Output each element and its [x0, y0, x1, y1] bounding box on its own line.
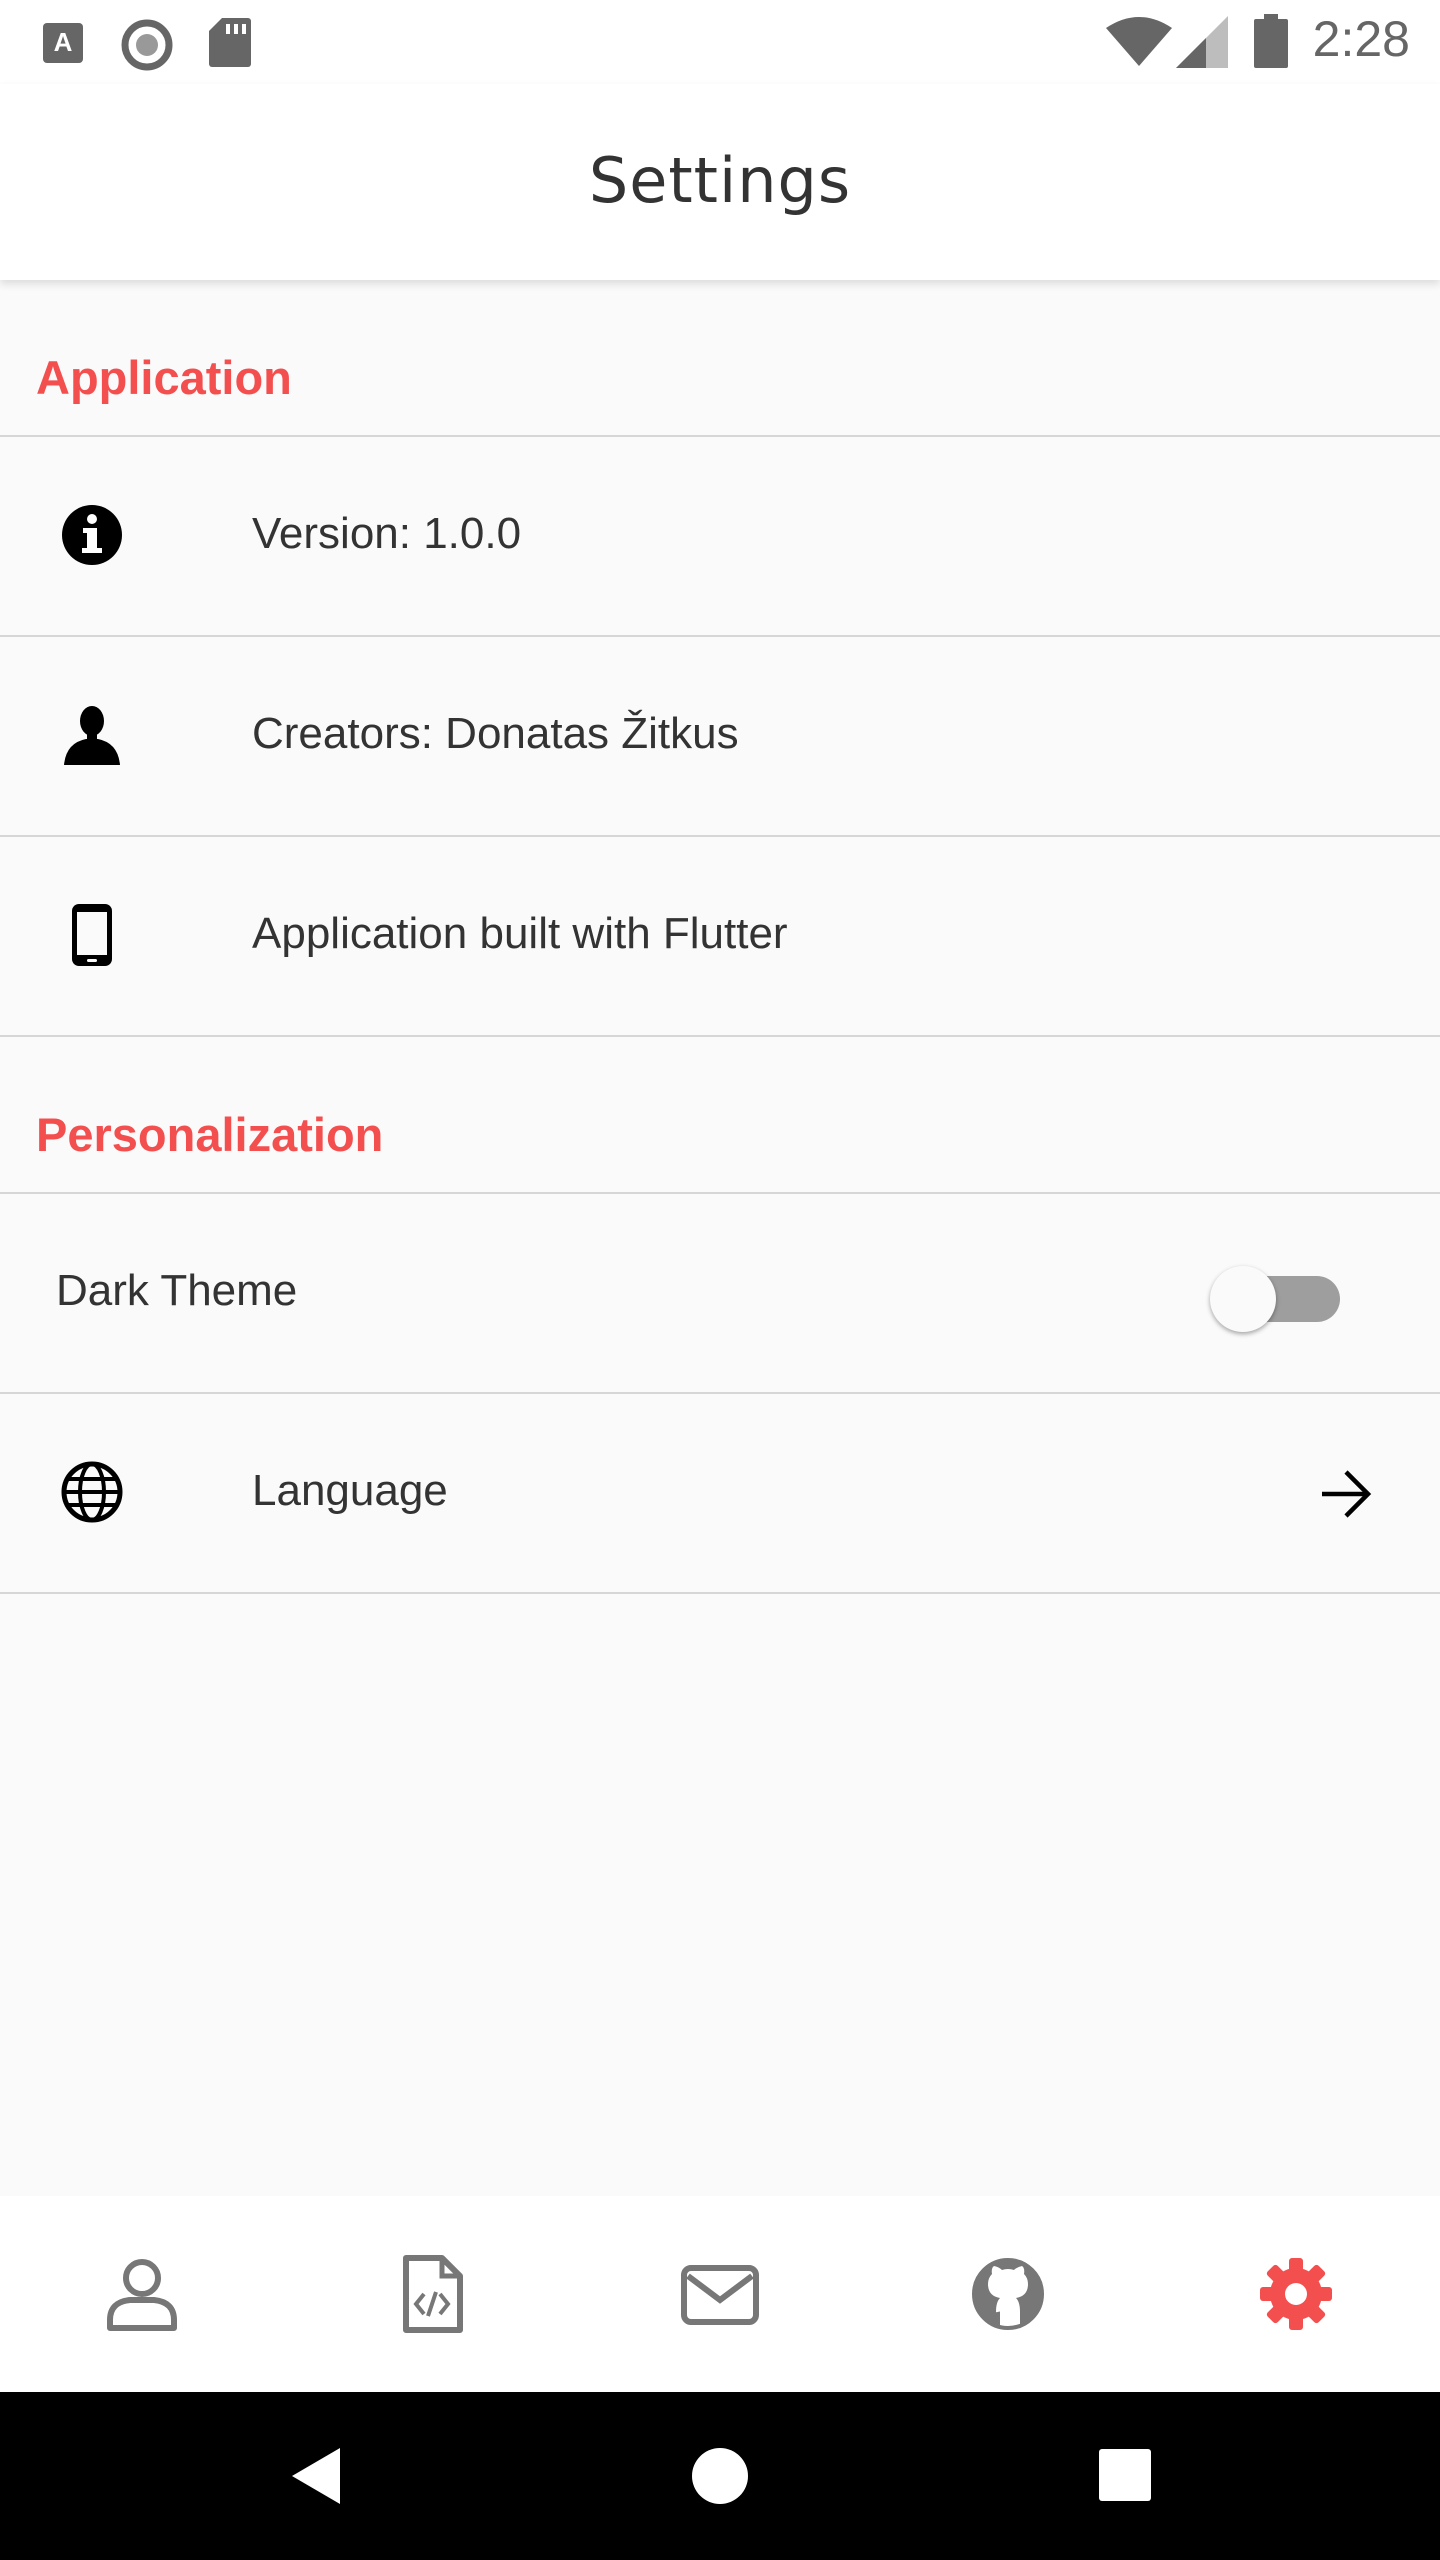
home-icon[interactable] — [690, 2446, 750, 2506]
github-icon[interactable] — [968, 2254, 1048, 2334]
person-icon — [64, 706, 120, 765]
settings-list: Application Version: 1.0.0 Creators: Don… — [0, 280, 1440, 1594]
settings-item-dark-theme[interactable]: Dark Theme — [0, 1194, 1440, 1394]
code-file-icon[interactable] — [392, 2254, 472, 2334]
svg-text:A: A — [54, 27, 73, 57]
recents-icon[interactable] — [1098, 2448, 1152, 2502]
settings-item-version[interactable]: Version: 1.0.0 — [0, 437, 1440, 637]
language-label: Language — [252, 1466, 448, 1515]
sync-circle-icon — [121, 19, 173, 71]
settings-item-language[interactable]: Language — [0, 1394, 1440, 1594]
phone-icon — [72, 904, 112, 966]
keyboard-a-icon: A — [43, 23, 83, 63]
settings-gear-icon[interactable] — [1256, 2254, 1336, 2334]
section-header-application: Application — [0, 280, 1440, 437]
flutter-label: Application built with Flutter — [252, 909, 788, 958]
version-label: Version: 1.0.0 — [252, 509, 522, 558]
globe-icon — [61, 1461, 123, 1523]
profile-icon[interactable] — [102, 2254, 182, 2334]
app-bar: Settings — [0, 84, 1440, 280]
back-icon[interactable] — [288, 2446, 344, 2506]
dark-theme-label: Dark Theme — [56, 1266, 298, 1315]
info-icon — [62, 505, 122, 565]
section-label-personalization: Personalization — [36, 1108, 384, 1161]
cell-signal-icon — [1176, 16, 1228, 68]
section-label-application: Application — [36, 351, 292, 404]
system-navigation-bar — [0, 2392, 1440, 2560]
status-bar: A 2:28 — [0, 0, 1440, 84]
status-time: 2:28 — [1312, 11, 1410, 67]
settings-item-creators[interactable]: Creators: Donatas Žitkus — [0, 637, 1440, 837]
battery-icon — [1254, 14, 1288, 68]
settings-item-flutter[interactable]: Application built with Flutter — [0, 837, 1440, 1037]
dark-theme-toggle[interactable] — [1210, 1266, 1340, 1332]
bottom-navigation — [0, 2196, 1440, 2392]
section-header-personalization: Personalization — [0, 1037, 1440, 1194]
mail-icon[interactable] — [680, 2254, 760, 2334]
wifi-icon — [1106, 17, 1172, 66]
toggle-thumb[interactable] — [1210, 1266, 1276, 1332]
page-title: Settings — [588, 144, 852, 217]
creators-label: Creators: Donatas Žitkus — [252, 709, 739, 758]
sd-card-icon — [209, 18, 251, 67]
arrow-right-icon[interactable] — [1318, 1466, 1374, 1522]
